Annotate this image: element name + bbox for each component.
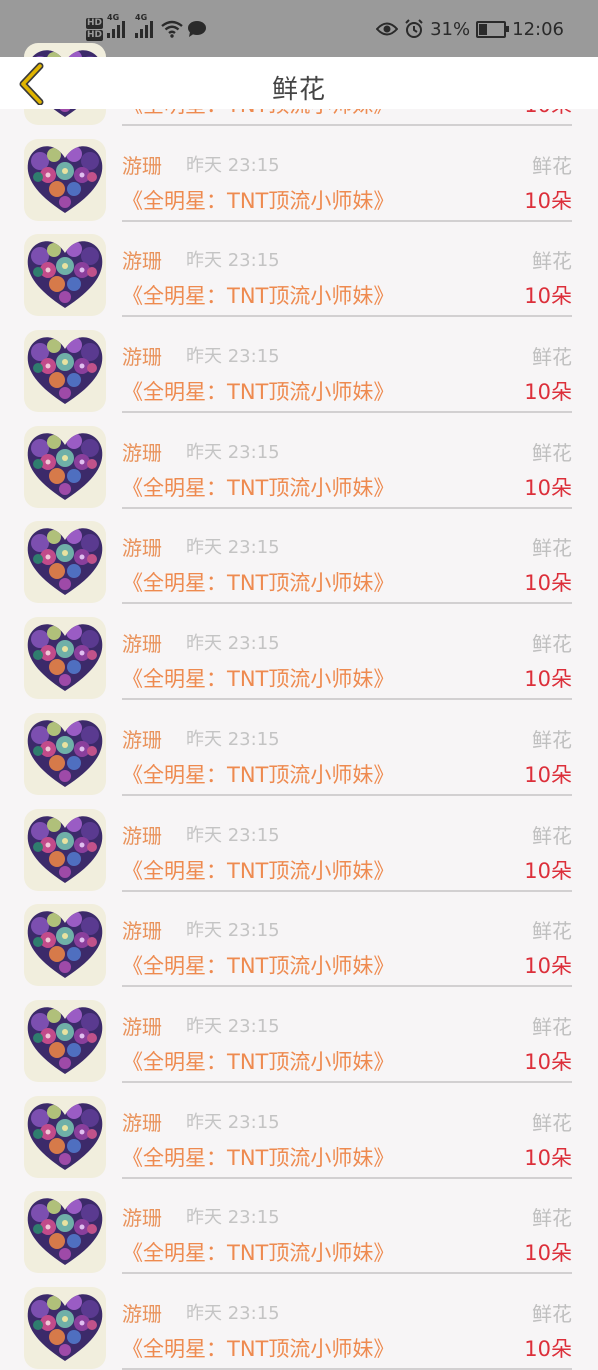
gift-time: 昨天 23:15: [186, 824, 280, 846]
sender-name: 游珊: [122, 440, 162, 465]
gift-type: 鲜花: [532, 345, 572, 370]
gift-time: 昨天 23:15: [186, 1207, 280, 1229]
list-item[interactable]: 游珊 昨天 23:15 鲜花 《全明星：TNT顶流小师妹》 10朵: [0, 109, 598, 222]
gift-time: 昨天 23:15: [186, 537, 280, 559]
sender-name: 游珊: [122, 1301, 162, 1326]
gift-type: 鲜花: [532, 153, 572, 178]
sender-name: 游珊: [122, 919, 162, 944]
sender-name: 游珊: [122, 1014, 162, 1039]
sender-name: 游珊: [122, 1110, 162, 1135]
sender-name: 游珊: [122, 823, 162, 848]
gift-type: 鲜花: [532, 632, 572, 657]
list-item[interactable]: 游珊 昨天 23:15 鲜花 《全明星：TNT顶流小师妹》 10朵: [0, 300, 598, 414]
gift-type: 鲜花: [532, 919, 572, 944]
book-title-link[interactable]: 《全明星：TNT顶流小师妹》: [122, 1333, 394, 1363]
sender-name: 游珊: [122, 153, 162, 178]
list-item[interactable]: 游珊 昨天 23:15 鲜花 《全明星：TNT顶流小师妹》 10朵: [0, 970, 598, 1083]
gift-list[interactable]: 游珊 昨天 23:15 鲜花 《全明星：TNT顶流小师妹》 10朵 游珊 昨天 …: [0, 13, 598, 1370]
list-item[interactable]: 游珊 昨天 23:15 鲜花 《全明星：TNT顶流小师妹》 10朵: [0, 1161, 598, 1275]
gift-time: 昨天 23:15: [186, 250, 280, 272]
avatar[interactable]: [24, 1286, 106, 1369]
gift-type: 鲜花: [532, 440, 572, 465]
gift-type: 鲜花: [532, 727, 572, 752]
gift-time: 昨天 23:15: [186, 633, 280, 655]
gift-time: 昨天 23:15: [186, 1111, 280, 1133]
sender-name: 游珊: [122, 345, 162, 370]
list-item[interactable]: 游珊 昨天 23:15 鲜花 《全明星：TNT顶流小师妹》 10朵: [0, 779, 598, 892]
gift-type: 鲜花: [532, 823, 572, 848]
sender-name: 游珊: [122, 249, 162, 274]
list-item[interactable]: 游珊 昨天 23:15 鲜花 《全明星：TNT顶流小师妹》 10朵: [0, 491, 598, 605]
sender-name: 游珊: [122, 1206, 162, 1231]
gift-time: 昨天 23:15: [186, 1302, 280, 1324]
app-header: 鲜花: [0, 57, 598, 109]
gift-time: 昨天 23:15: [186, 346, 280, 368]
gift-type: 鲜花: [532, 1206, 572, 1231]
gift-time: 昨天 23:15: [186, 728, 280, 750]
list-item[interactable]: 游珊 昨天 23:15 鲜花 《全明星：TNT顶流小师妹》 10朵: [0, 1066, 598, 1179]
gift-type: 鲜花: [532, 1301, 572, 1326]
list-item[interactable]: 游珊 昨天 23:15 鲜花 《全明星：TNT顶流小师妹》 10朵: [0, 204, 598, 318]
gift-time: 昨天 23:15: [186, 1015, 280, 1037]
gift-type: 鲜花: [532, 1110, 572, 1135]
gift-time: 昨天 23:15: [186, 154, 280, 176]
list-item[interactable]: 游珊 昨天 23:15 鲜花 《全明星：TNT顶流小师妹》 10朵: [0, 587, 598, 701]
sender-name: 游珊: [122, 632, 162, 657]
sender-name: 游珊: [122, 727, 162, 752]
gift-type: 鲜花: [532, 536, 572, 561]
gift-time: 昨天 23:15: [186, 441, 280, 463]
heart-flower-avatar-icon: [27, 1294, 103, 1361]
sender-name: 游珊: [122, 536, 162, 561]
gift-count: 10朵: [524, 1336, 572, 1361]
page-title: 鲜花: [271, 75, 326, 105]
gift-type: 鲜花: [532, 1014, 572, 1039]
gift-type: 鲜花: [532, 249, 572, 274]
list-item[interactable]: 游珊 昨天 23:15 鲜花 《全明星：TNT顶流小师妹》 10朵: [0, 1257, 598, 1370]
list-item[interactable]: 游珊 昨天 23:15 鲜花 《全明星：TNT顶流小师妹》 10朵: [0, 683, 598, 796]
gift-time: 昨天 23:15: [186, 920, 280, 942]
list-item[interactable]: 游珊 昨天 23:15 鲜花 《全明星：TNT顶流小师妹》 10朵: [0, 874, 598, 988]
list-item[interactable]: 游珊 昨天 23:15 鲜花 《全明星：TNT顶流小师妹》 10朵: [0, 396, 598, 509]
